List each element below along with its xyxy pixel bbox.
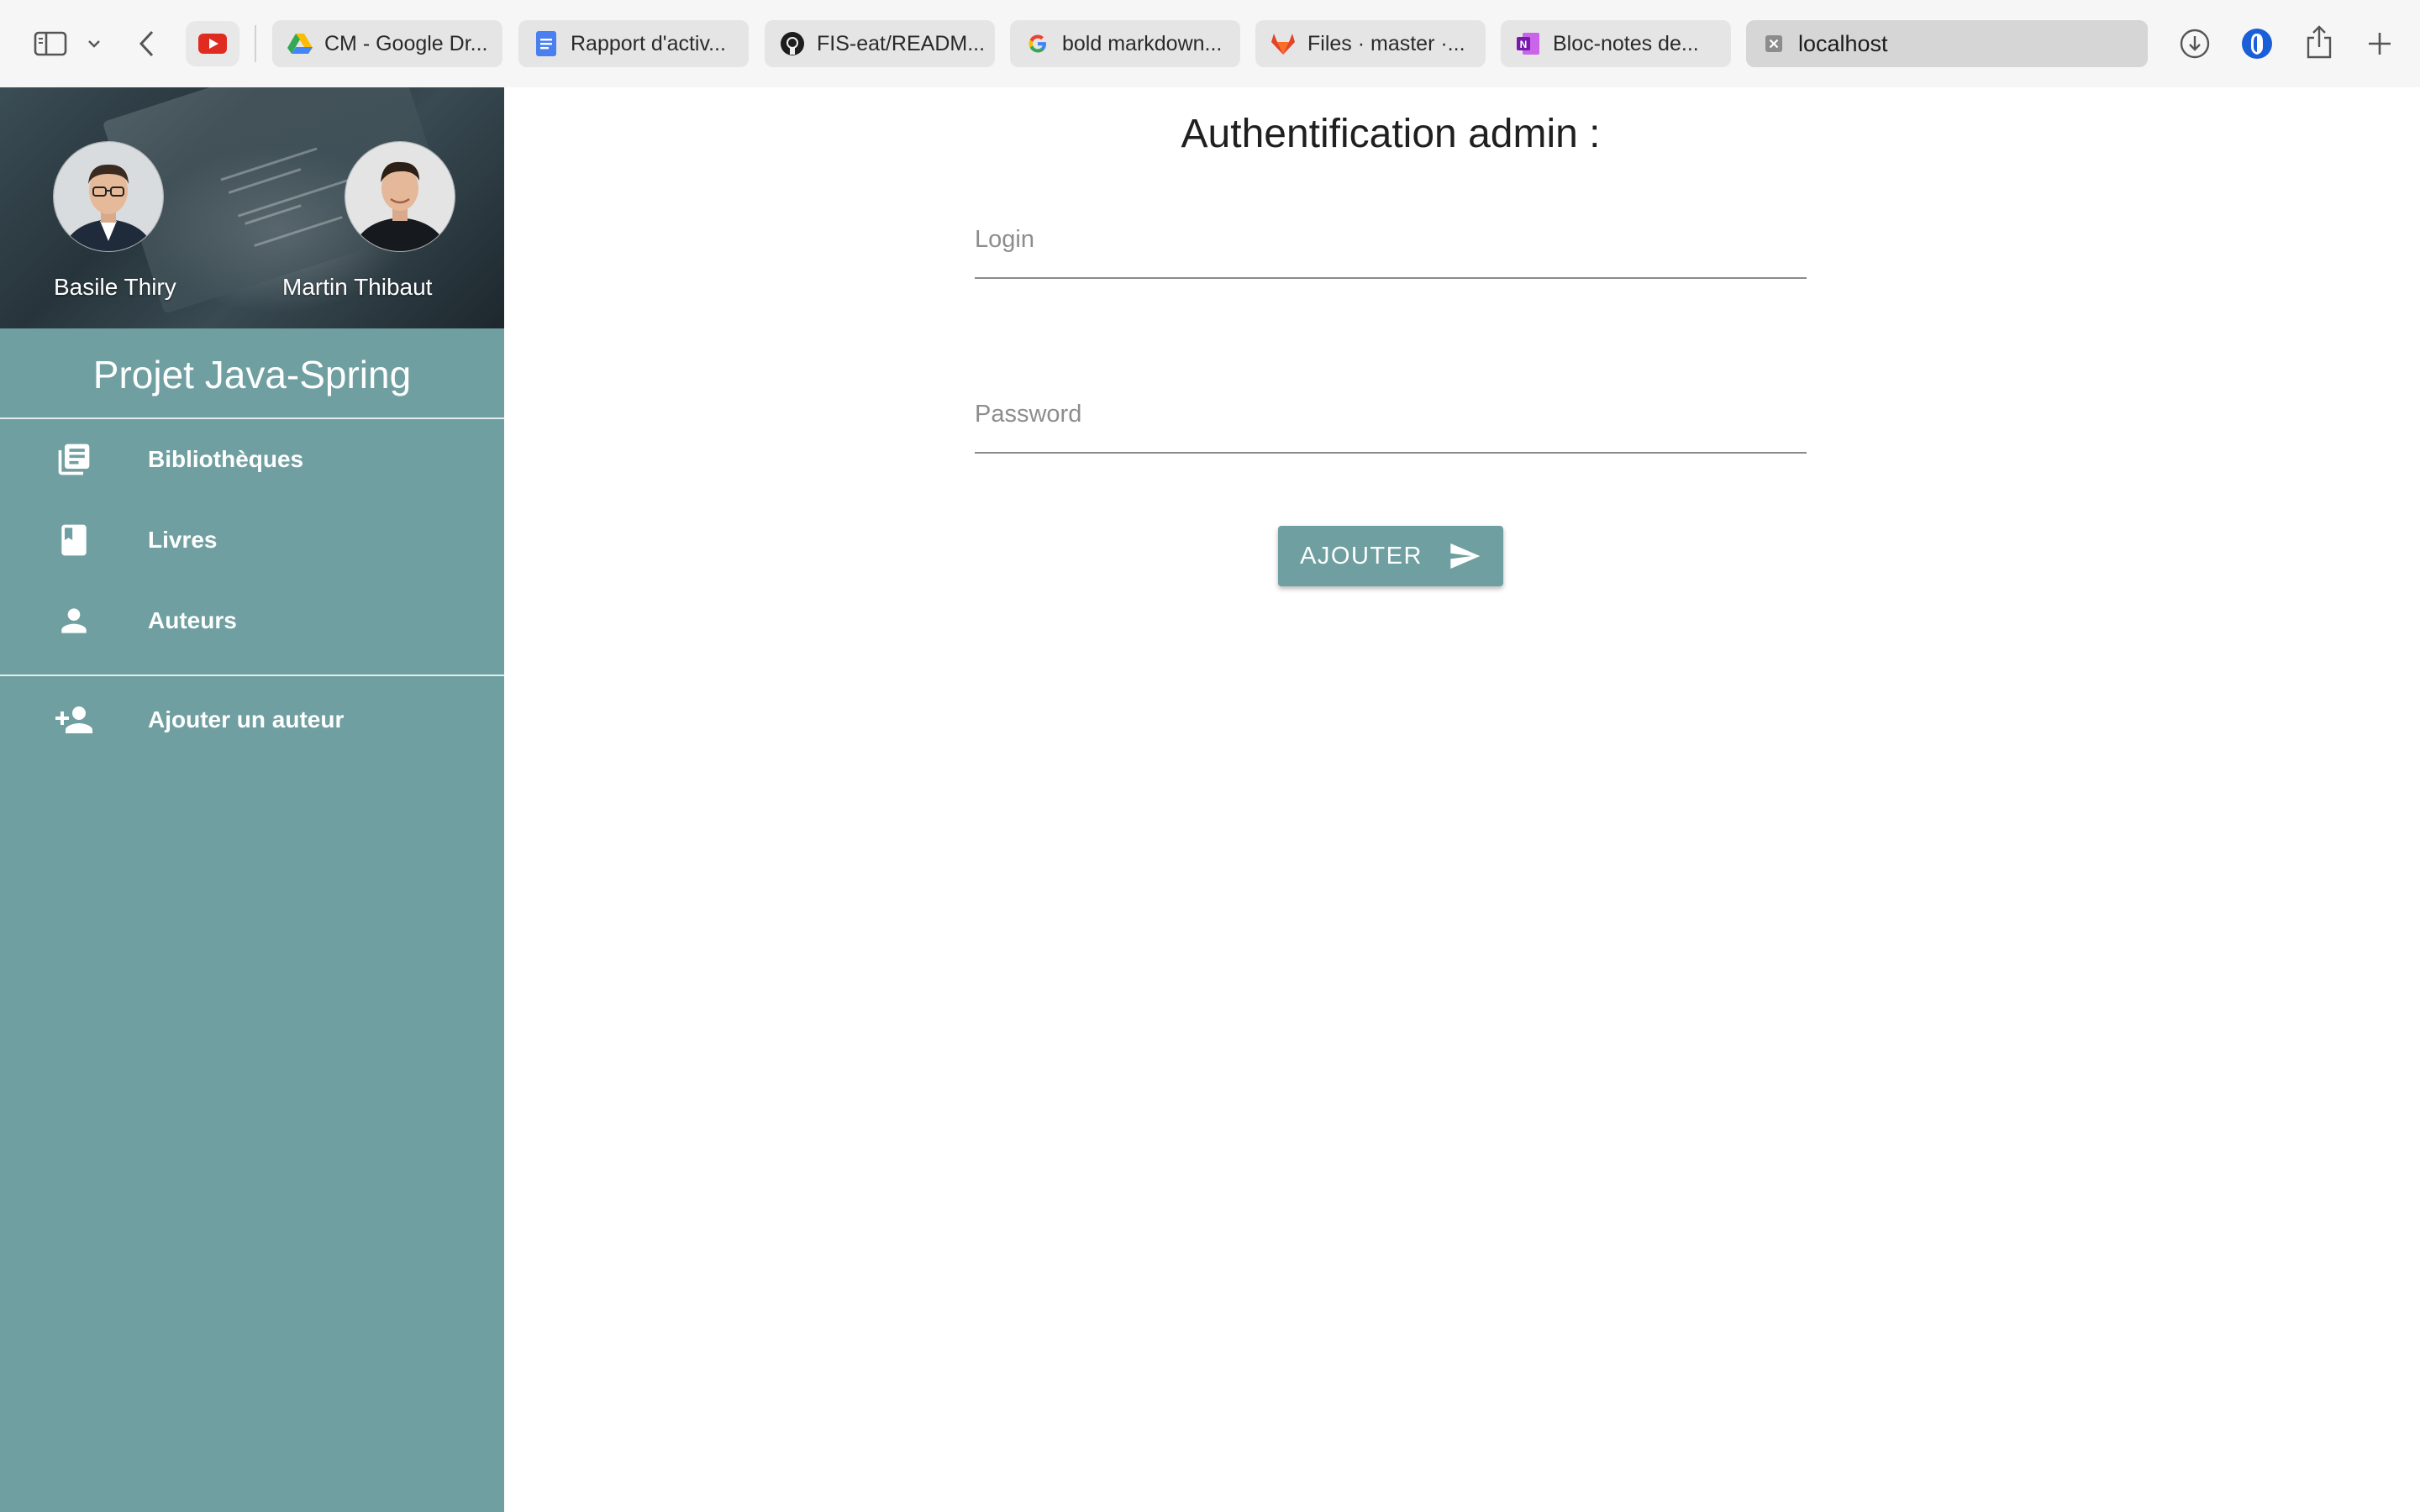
sidebar-item-auteurs[interactable]: Auteurs: [0, 580, 504, 661]
tab-google-search[interactable]: bold markdown...: [1010, 20, 1240, 67]
sidebar-item-label: Bibliothèques: [148, 446, 304, 472]
onenote-icon: N: [1516, 31, 1541, 56]
tab-onenote[interactable]: N Bloc-notes de...: [1501, 20, 1731, 67]
sidebar-header-image: Basile Thiry Martin Thibaut: [0, 87, 504, 328]
sidebar: Basile Thiry Martin Thibaut Projet Java-…: [0, 87, 504, 1512]
github-icon: [780, 31, 805, 56]
password-input[interactable]: [975, 388, 1807, 454]
back-arrow-icon[interactable]: [133, 25, 161, 62]
tab-github[interactable]: FIS-eat/READM...: [765, 20, 995, 67]
tab-separator: [255, 25, 256, 62]
project-title: Projet Java-Spring: [92, 353, 412, 396]
new-tab-plus-icon[interactable]: [2361, 25, 2398, 62]
sidebar-item-bibliotheques[interactable]: Bibliothèques: [0, 419, 504, 500]
person-name-martin: Martin Thibaut: [282, 274, 433, 300]
chevron-down-icon[interactable]: [84, 34, 104, 54]
tab-localhost-active[interactable]: localhost: [1746, 20, 2148, 67]
sidebar-item-label: Auteurs: [148, 607, 237, 633]
google-docs-icon: [534, 31, 559, 56]
sidebar-item-label: Ajouter un auteur: [148, 706, 345, 732]
tab-label: CM - Google Dr...: [324, 31, 488, 55]
tab-google-drive[interactable]: CM - Google Dr...: [272, 20, 502, 67]
youtube-pinned-tab[interactable]: [186, 21, 239, 66]
tab-label: localhost: [1798, 30, 1888, 56]
sidebar-item-livres[interactable]: Livres: [0, 500, 504, 580]
sidebar-toggle-icon[interactable]: [32, 29, 69, 59]
person-add-icon: [54, 700, 94, 740]
google-drive-icon: [287, 31, 313, 56]
page-title: Authentification admin :: [1181, 112, 1601, 156]
tab-google-docs[interactable]: Rapport d'activ...: [518, 20, 749, 67]
share-icon[interactable]: [2301, 22, 2338, 62]
ajouter-button[interactable]: AJOUTER: [1278, 526, 1503, 586]
avatar-basile: [53, 141, 164, 252]
tab-label: Files · master ·...: [1307, 31, 1465, 55]
sidebar-item-label: Livres: [148, 527, 218, 553]
person-name-basile: Basile Thiry: [54, 274, 176, 300]
privacy-extension-icon[interactable]: [2238, 25, 2275, 62]
browser-toolbar: CM - Google Dr... Rapport d'activ... FIS…: [0, 0, 2420, 87]
avatar-martin: [345, 141, 455, 252]
tab-label: Bloc-notes de...: [1553, 31, 1699, 55]
login-field: [975, 212, 1807, 279]
book-icon: [54, 520, 94, 560]
download-icon[interactable]: [2176, 25, 2213, 62]
sidebar-divider: [0, 675, 504, 676]
tab-label: FIS-eat/READM...: [817, 31, 983, 55]
youtube-icon: [198, 34, 227, 54]
google-icon: [1025, 31, 1050, 56]
send-icon: [1448, 539, 1481, 573]
close-icon[interactable]: [1761, 31, 1786, 56]
gitlab-icon: [1270, 31, 1296, 56]
ajouter-button-label: AJOUTER: [1300, 542, 1423, 570]
tab-label: bold markdown...: [1062, 31, 1223, 55]
password-field: [975, 386, 1807, 454]
person-icon: [54, 601, 94, 641]
tab-label: Rapport d'activ...: [571, 31, 726, 55]
svg-text:N: N: [1520, 39, 1528, 50]
tab-gitlab[interactable]: Files · master ·...: [1255, 20, 1486, 67]
login-input[interactable]: [975, 213, 1807, 279]
sidebar-item-ajouter-auteur[interactable]: Ajouter un auteur: [0, 677, 504, 763]
library-books-icon: [54, 439, 94, 480]
